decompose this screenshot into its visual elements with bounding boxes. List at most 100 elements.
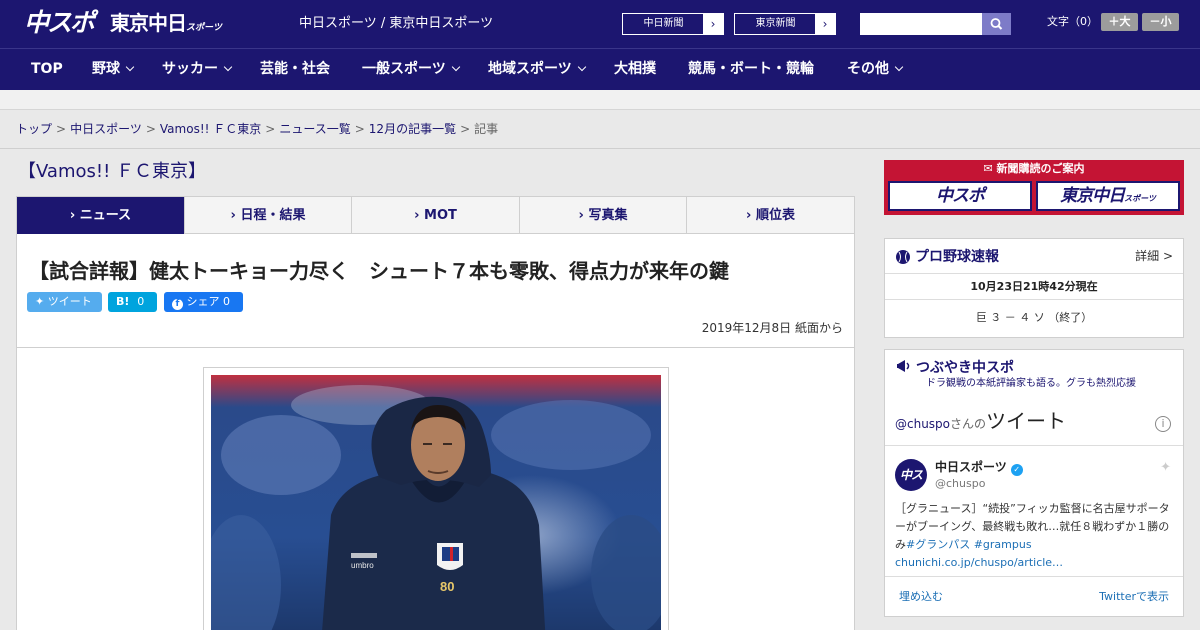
pro-baseball-detail-link[interactable]: 詳細 > [1135, 248, 1173, 264]
tweet-text: ［グラニュース］“続投”フィッカ監督に名古屋サポーターがブーイング、最終戦も敗れ… [895, 500, 1175, 572]
tweet-author-name-text: 中日スポーツ [935, 460, 1007, 474]
pro-baseball-title: プロ野球速報 [915, 249, 999, 265]
breadcrumb-divider [0, 148, 1200, 149]
tab-standings[interactable]: › 順位表 [687, 197, 854, 234]
subscription-ad: ✉ 新聞購読のご案内 中スポ 東京中日スポーツ [884, 160, 1184, 215]
embed-link[interactable]: 埋め込む [899, 590, 943, 604]
subscription-ad-title-text: 新聞購読のご案内 [996, 162, 1085, 175]
tab-mot[interactable]: › MOT [352, 197, 520, 234]
tokyo-shimbun-label: 東京新聞 [755, 18, 796, 29]
chuspo-logo[interactable]: 中スポ [24, 8, 95, 38]
nav-item-entertainment[interactable]: 芸能・社会 [260, 49, 330, 90]
breadcrumb-separator: > [460, 122, 471, 136]
view-on-twitter-link[interactable]: Twitterで表示 [1099, 590, 1169, 604]
pro-baseball-header: プロ野球速報 詳細 > [885, 239, 1183, 274]
chevron-right-icon: › [414, 208, 420, 223]
pro-baseball-timestamp: 10月23日21時42分現在 [885, 275, 1183, 300]
chevron-down-icon [125, 62, 135, 72]
tweet-label: ツイート [47, 295, 92, 308]
nav-item-sumo[interactable]: 大相撲 [614, 49, 656, 90]
tweet-hashtags[interactable]: #グランパス #grampus [906, 538, 1032, 551]
twitter-handle-link[interactable]: @chuspo [895, 417, 950, 431]
font-size-label: 文字（0） [1047, 15, 1098, 28]
nav-item-label: 野球 [92, 61, 120, 77]
tsubuyaki-widget: つぶやき中スポ ドラ観戦の本紙評論家も語る。グラも熱烈応援 @chuspoさんの… [884, 349, 1184, 617]
chevron-down-icon [451, 62, 460, 72]
breadcrumb-news-list[interactable]: ニュース一覧 [279, 122, 350, 136]
tab-news[interactable]: › ニュース [17, 197, 185, 240]
breadcrumb-current: 記事 [474, 122, 499, 136]
tweet-button[interactable]: ✦ ツイート [27, 292, 102, 312]
font-smaller-button[interactable]: －小 [1142, 13, 1179, 31]
twitter-footer-divider [885, 576, 1183, 577]
site-header: 中スポ 東京中日スポーツ 中日スポーツ / 東京中日スポーツ 中日新聞 › 東京… [0, 0, 1200, 48]
twitter-bird-icon[interactable]: ✦ [1160, 460, 1171, 475]
chunichi-shimbun-link[interactable]: 中日新聞 › [622, 13, 724, 35]
nav-item-baseball[interactable]: 野球 [92, 49, 135, 90]
hatena-count: 0 [137, 295, 145, 308]
tokyo-shimbun-link[interactable]: 東京新聞 › [734, 13, 836, 35]
chevron-right-icon: › [746, 208, 752, 223]
nav-item-label: 一般スポーツ [362, 61, 446, 77]
pro-baseball-widget: プロ野球速報 詳細 > 10月23日21時42分現在 巨 ３ － ４ ソ （終了… [884, 238, 1184, 338]
tokyo-logo-text: 東京中日 [110, 11, 187, 35]
search-button[interactable] [982, 13, 1011, 35]
tokyo-logo-small: スポーツ [186, 23, 222, 33]
facebook-share-label: シェア [186, 295, 220, 308]
nav-item-other[interactable]: その他 [847, 49, 904, 90]
coach-photo-illustration: umbro 80 [211, 375, 661, 630]
facebook-share-count: 0 [223, 295, 230, 308]
article-divider [17, 347, 854, 348]
nav-item-local-sports[interactable]: 地域スポーツ [488, 49, 586, 90]
tab-label: MOT [424, 208, 457, 223]
nav-item-label: サッカー [162, 61, 218, 77]
chevron-right-icon: › [578, 208, 584, 223]
umbro-logo-text: umbro [351, 561, 374, 570]
subscribe-tokyo-label: 東京中日 [1060, 186, 1125, 206]
nav-item-label: 大相撲 [614, 61, 656, 77]
nav-item-racing[interactable]: 競馬・ボート・競輪 [688, 49, 814, 90]
facebook-share-button[interactable]: f シェア 0 [164, 292, 243, 312]
nav-item-general-sports[interactable]: 一般スポーツ [362, 49, 460, 90]
subscription-ad-title: ✉ 新聞購読のご案内 [884, 161, 1184, 177]
pro-baseball-score[interactable]: 巨 ３ － ４ ソ （終了） [885, 301, 1183, 335]
tab-label: 写真集 [588, 208, 628, 223]
twitter-timeline-header: @chuspoさんのツイート [895, 408, 1066, 437]
breadcrumb-top[interactable]: トップ [16, 122, 52, 136]
search-input[interactable] [860, 13, 982, 35]
nav-item-label: 競馬・ボート・競輪 [688, 61, 814, 77]
tsubuyaki-title: つぶやき中スポ [916, 360, 1014, 376]
chevron-right-icon: › [230, 208, 236, 223]
avatar[interactable]: 中スポ [895, 459, 927, 514]
chevron-down-icon [223, 62, 233, 72]
nav-item-top[interactable]: TOP [31, 49, 63, 90]
nav-item-label: TOP [31, 61, 63, 77]
article-photo[interactable]: umbro 80 [211, 375, 661, 630]
tweet-author-handle[interactable]: @chuspo [935, 477, 985, 491]
tab-photos[interactable]: › 写真集 [520, 197, 687, 234]
megaphone-icon [897, 360, 910, 372]
subscribe-tokyo-chunichi-button[interactable]: 東京中日スポーツ [1036, 181, 1180, 211]
tokyo-chunichi-logo[interactable]: 東京中日スポーツ [110, 10, 222, 41]
subscribe-chuspo-button[interactable]: 中スポ [888, 181, 1032, 211]
tab-schedule-results[interactable]: › 日程・結果 [185, 197, 352, 234]
nav-item-soccer[interactable]: サッカー [162, 49, 233, 90]
chevron-down-icon [577, 62, 586, 72]
info-icon[interactable]: i [1155, 416, 1171, 432]
section-title: 【Vamos!! ＦＣ東京】 [18, 161, 207, 182]
sub-nav-band [0, 90, 1200, 110]
chevron-right-icon: › [69, 208, 76, 223]
verified-badge-icon: ✓ [1010, 464, 1023, 476]
search-icon [990, 18, 1003, 30]
tweet-link[interactable]: chunichi.co.jp/chuspo/article… [895, 556, 1063, 569]
breadcrumb-december-articles[interactable]: 12月の記事一覧 [369, 122, 456, 136]
tsubuyaki-subtitle: ドラ観戦の本紙評論家も語る。グラも熱烈応援 [926, 378, 1136, 389]
facebook-icon: f [172, 299, 183, 310]
breadcrumb-chunichi-sports[interactable]: 中日スポーツ [70, 122, 142, 136]
tweet-author-name[interactable]: 中日スポーツ ✓ [935, 459, 1023, 476]
twitter-bird-icon: ✦ [35, 295, 45, 308]
font-bigger-button[interactable]: ＋大 [1101, 13, 1138, 31]
chevron-down-icon [894, 62, 904, 72]
breadcrumb-vamos-fc-tokyo[interactable]: Vamos!! ＦＣ東京 [160, 122, 261, 136]
hatena-bookmark-button[interactable]: B! 0 [108, 292, 157, 312]
